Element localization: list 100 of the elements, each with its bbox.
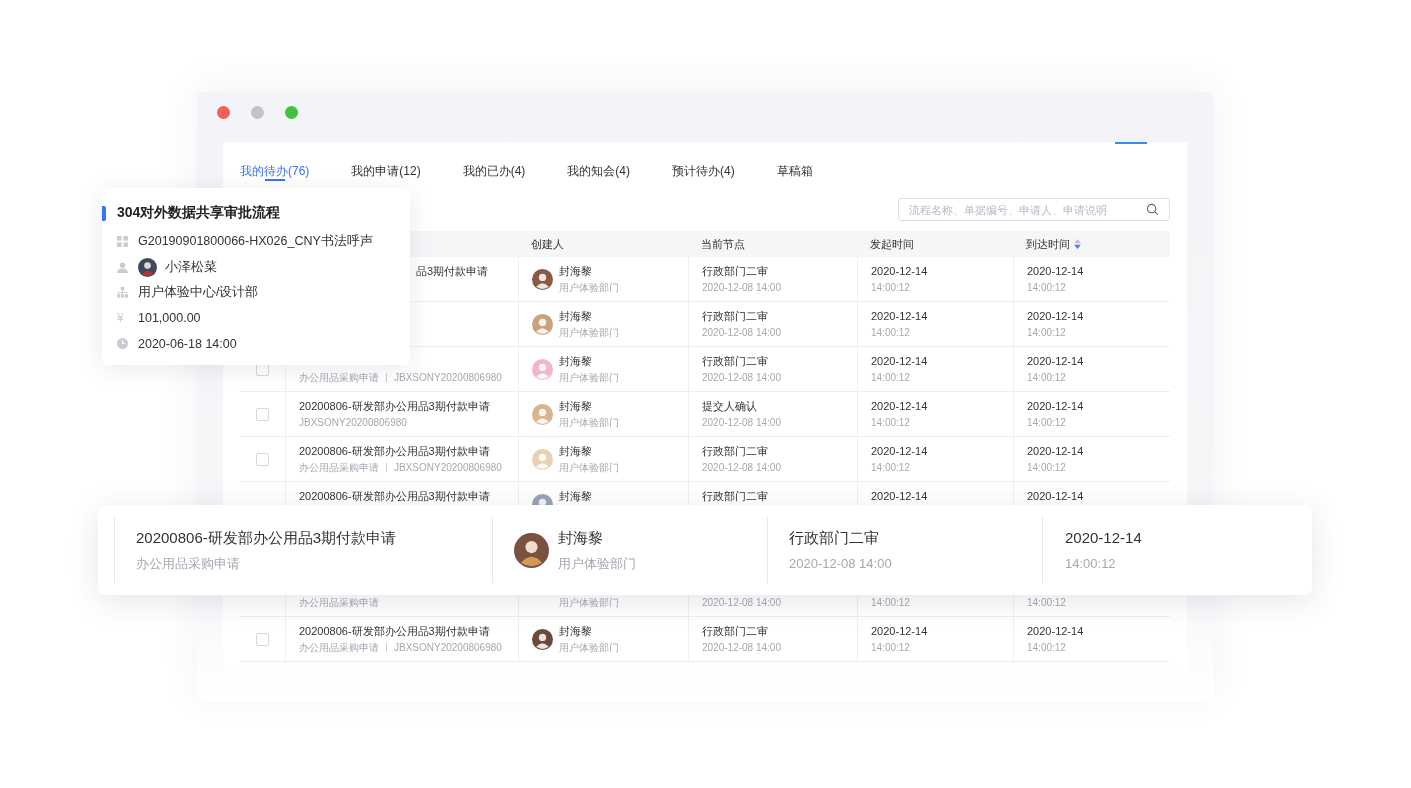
request-code: JBXSONY20200806980: [394, 461, 502, 475]
tab[interactable]: 我的待办(76): [240, 142, 310, 184]
approval-step-label: 行政部门二审: [702, 264, 768, 279]
node-time: 2020-12-08 14:00: [702, 641, 781, 655]
start-time: 14:00:12: [871, 641, 910, 655]
creator-name: 封海黎: [558, 527, 604, 548]
checkbox[interactable]: [256, 452, 269, 466]
minimize-window-button[interactable]: [251, 106, 264, 119]
maximize-window-button[interactable]: [285, 106, 298, 119]
arrival-time: 14:00:12: [1027, 641, 1066, 655]
clock-icon: [117, 338, 128, 350]
arrival-time: 14:00:12: [1027, 461, 1066, 475]
approval-step-label: 行政部门二审: [702, 489, 768, 504]
start-time: 14:00:12: [871, 416, 910, 430]
avatar: [532, 403, 553, 425]
tab[interactable]: 草稿箱: [776, 142, 813, 184]
arrival-date: 2020-12-14: [1027, 354, 1084, 369]
node-time: 2020-12-08 14:00: [702, 326, 781, 340]
org-chart-icon: [117, 287, 128, 299]
column-header: 发起时间: [870, 236, 914, 252]
person-icon: [117, 261, 128, 273]
request-code: JBXSONY20200806980: [394, 371, 502, 385]
request-code: JBXSONY20200806980: [299, 416, 407, 430]
request-category: 办公用品采购申请: [299, 596, 379, 610]
start-date: 2020-12-14: [871, 354, 928, 369]
search-field[interactable]: 流程名称、单据编号、申请人、申请说明: [898, 198, 1170, 221]
creator-name: 封海黎: [559, 399, 592, 414]
arrival-date: 2020-12-14: [1027, 309, 1084, 324]
request-title: 20200806-研发部办公用品3期付款申请: [136, 527, 398, 548]
node-time: 2020-12-08 14:00: [702, 596, 781, 610]
arrival-date: 2020-12-14: [1027, 489, 1084, 504]
tab[interactable]: 我的申请(12): [351, 142, 421, 184]
creator-department: 用户体验部门: [559, 641, 619, 655]
arrival-date: 2020-12-14: [1027, 264, 1084, 279]
request-title: 20200806-研发部办公用品3期付款申请: [299, 444, 490, 459]
tab[interactable]: 预计待办(4): [672, 142, 735, 184]
avatar: [138, 257, 157, 277]
request-category: 办公用品采购申请: [299, 461, 379, 475]
creator-department: 用户体验部门: [559, 281, 619, 295]
request-category: 办公用品采购申请: [299, 371, 379, 385]
currency-symbol: ¥: [117, 311, 125, 326]
approval-step-label: 行政部门二审: [702, 624, 768, 639]
start-date: 2020-12-14: [1065, 527, 1143, 548]
avatar: [532, 448, 553, 470]
approval-step-label: 行政部门二审: [789, 527, 880, 548]
creator-name: 封海黎: [559, 354, 592, 369]
start-time: 14:00:12: [871, 596, 910, 610]
node-time: 2020-12-08 14:00: [702, 371, 781, 385]
creator-name: 封海黎: [559, 444, 592, 459]
avatar: [532, 358, 553, 380]
approval-step-label: 行政部门二审: [702, 354, 768, 369]
column-header: 到达时间: [1026, 236, 1070, 252]
request-title: 20200806-研发部办公用品3期付款申请: [299, 489, 490, 504]
arrival-time: 14:00:12: [1027, 326, 1066, 340]
start-date: 2020-12-14: [871, 489, 928, 504]
checkbox[interactable]: [256, 407, 269, 421]
request-title: 品3期付款申请: [415, 264, 488, 279]
tab[interactable]: 我的知会(4): [567, 142, 631, 184]
avatar: [532, 313, 553, 335]
request-title: 20200806-研发部办公用品3期付款申请: [299, 399, 490, 414]
node-time: 2020-12-08 14:00: [702, 416, 781, 430]
approval-step-label: 提交人确认: [702, 399, 757, 414]
approval-step-label: 行政部门二审: [702, 444, 768, 459]
start-time: 14:00:12: [871, 371, 910, 385]
start-date: 2020-12-14: [871, 309, 928, 324]
creator-department: 用户体验部门: [559, 416, 619, 430]
node-time: 2020-12-08 14:00: [789, 554, 893, 573]
avatar: [532, 268, 553, 290]
amount: 101,000.00: [138, 311, 201, 326]
sort-icon[interactable]: [1074, 239, 1081, 249]
creator-department: 用户体验部门: [559, 596, 619, 610]
request-category: 办公用品采购申请: [299, 641, 379, 655]
approval-step-label: 行政部门二审: [702, 309, 768, 324]
applicant-name: 小泽松菜: [165, 258, 217, 276]
creator-name: 封海黎: [559, 309, 592, 324]
creator-department: 用户体验部门: [558, 554, 636, 573]
creator-name: 封海黎: [559, 264, 592, 279]
arrival-time: 14:00:12: [1027, 416, 1066, 430]
column-header: 创建人: [531, 236, 564, 252]
department: 用户体验中心/设计部: [138, 284, 259, 302]
grid-icon: [117, 236, 128, 248]
arrival-time: 14:00:12: [1027, 596, 1066, 610]
tab[interactable]: 我的已办(4): [462, 142, 526, 184]
submit-time: 2020-06-18 14:00: [138, 336, 237, 351]
creator-name: 封海黎: [559, 624, 592, 639]
start-time: 14:00:12: [1065, 554, 1117, 573]
search-icon: [1146, 203, 1159, 216]
arrival-date: 2020-12-14: [1027, 624, 1084, 639]
request-code: JBXSONY20200806980: [394, 641, 502, 655]
avatar: [514, 532, 549, 568]
start-time: 14:00:12: [871, 461, 910, 475]
start-date: 2020-12-14: [871, 399, 928, 414]
close-window-button[interactable]: [217, 106, 230, 119]
checkbox[interactable]: [256, 632, 269, 646]
process-title: 304对外数据共享审批流程: [117, 204, 281, 222]
creator-department: 用户体验部门: [559, 461, 619, 475]
arrival-time: 14:00:12: [1027, 371, 1066, 385]
start-time: 14:00:12: [871, 326, 910, 340]
start-date: 2020-12-14: [871, 264, 928, 279]
node-time: 2020-12-08 14:00: [702, 281, 781, 295]
